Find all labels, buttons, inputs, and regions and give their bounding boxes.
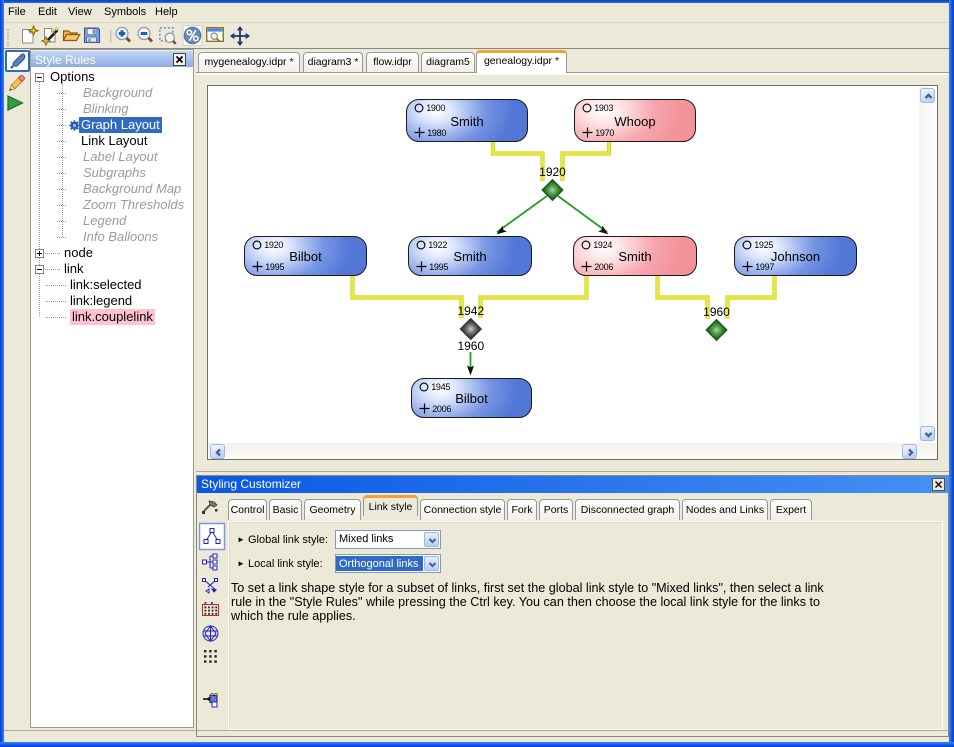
svg-text:1960: 1960	[703, 305, 730, 319]
svg-text:1920: 1920	[539, 165, 566, 179]
svg-text:1942: 1942	[457, 304, 484, 318]
svg-text:1960: 1960	[457, 339, 484, 353]
